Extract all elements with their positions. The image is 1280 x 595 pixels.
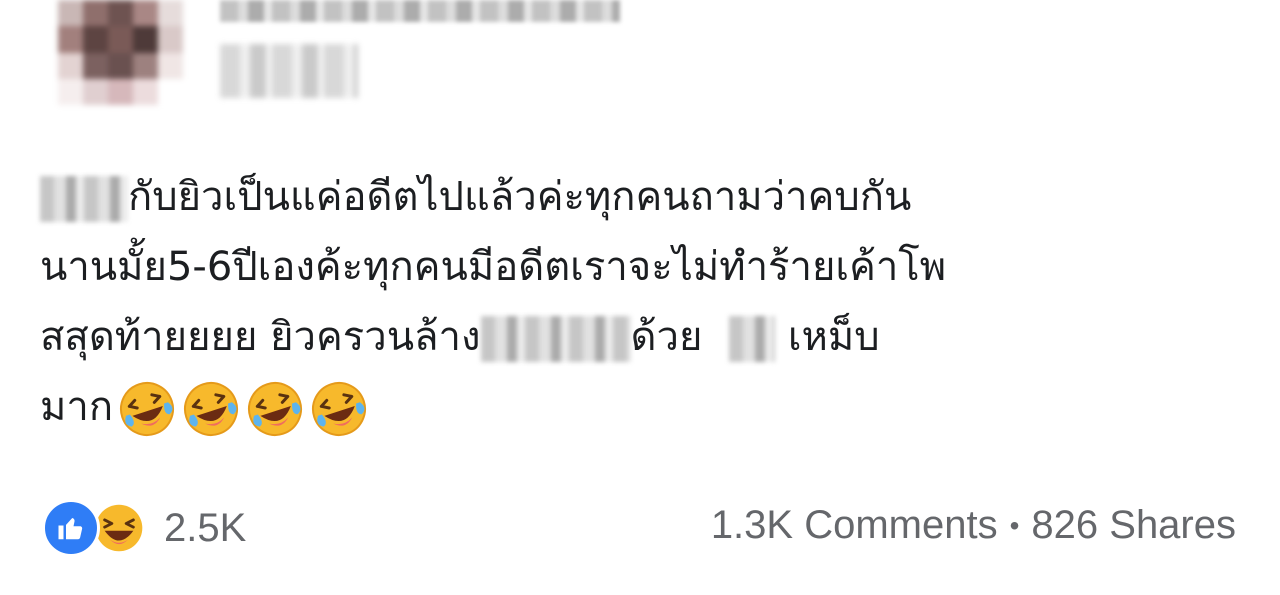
post-text-line3a: สสุดท้ายยยย ยิวครวนล้าง	[40, 314, 481, 360]
reactions-summary[interactable]: 2.5K	[42, 499, 246, 557]
laughing-crying-emoji-icon	[248, 382, 303, 436]
post-text-line1: กับยิวเป็นแค่อดีตไปแล้วค่ะทุกคนถามว่าคบก…	[128, 174, 912, 220]
laughing-crying-emoji-icon	[184, 382, 239, 436]
redacted-text	[480, 316, 631, 362]
post-line-1: กับยิวเป็นแค่อดีตไปแล้วค่ะทุกคนถามว่าคบก…	[40, 162, 1240, 232]
post-line-2: นานมั้ย5-6ปีเองค้ะทุกคนมีอดีตเราจะไม่ทำร…	[40, 232, 1240, 302]
post-stats: 1.3K Comments • 826 Shares	[711, 503, 1236, 548]
thumbs-up-icon	[58, 518, 83, 540]
post-text-line3c: เหม็บ	[787, 314, 880, 360]
post-text-line2: นานมั้ย5-6ปีเองค้ะทุกคนมีอดีตเราจะไม่ทำร…	[40, 244, 947, 290]
redacted-text	[729, 316, 776, 362]
post-meta-redacted	[220, 44, 358, 98]
reaction-count[interactable]: 2.5K	[164, 506, 246, 551]
post-text: กับยิวเป็นแค่อดีตไปแล้วค่ะทุกคนถามว่าคบก…	[40, 162, 1240, 442]
post-line-4: มาก	[40, 372, 1240, 442]
post-text-line4: มาก	[40, 384, 114, 430]
post-text-line3b: ด้วย	[630, 314, 703, 360]
avatar[interactable]	[58, 0, 183, 105]
shares-count-link[interactable]: 826 Shares	[1031, 503, 1236, 548]
comments-count-link[interactable]: 1.3K Comments	[711, 503, 998, 548]
redacted-text	[40, 176, 128, 222]
laughing-crying-emoji-icon	[312, 382, 367, 436]
separator-dot: •	[1009, 509, 1020, 541]
laughing-crying-emoji-icon	[120, 382, 175, 436]
post-line-3: สสุดท้ายยยย ยิวครวนล้าง ด้วย เหม็บ	[40, 302, 1240, 372]
author-name-redacted[interactable]	[220, 0, 620, 22]
like-icon[interactable]	[42, 499, 100, 557]
haha-face-icon	[95, 504, 143, 552]
